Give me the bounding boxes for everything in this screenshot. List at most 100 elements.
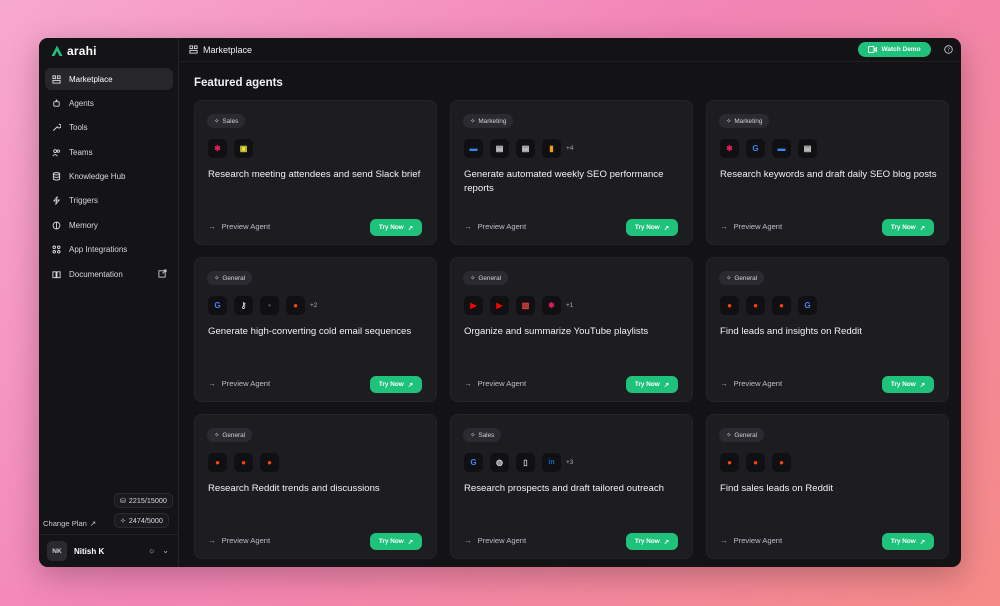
agent-title: Find sales leads on Reddit — [720, 483, 834, 494]
try-now-button[interactable]: Try Now ↗ — [626, 533, 678, 550]
agent-card[interactable]: ✧ General ● ● ● Find sales leads on Reddit → Pr… — [706, 414, 949, 559]
agent-card[interactable]: ✧ General ● ● ● G Find leads and insights on R… — [706, 257, 949, 402]
arrow-right-icon: → — [208, 222, 216, 231]
try-now-button[interactable]: Try Now ↗ — [882, 533, 934, 550]
preview-agent-link[interactable]: → Preview Agent — [464, 536, 526, 545]
preview-agent-link[interactable]: → Preview Agent — [720, 379, 782, 388]
arrow-right-icon: → — [720, 536, 728, 545]
logo[interactable]: arahi — [51, 44, 97, 58]
key-icon: ⚷ — [234, 296, 253, 315]
reddit-icon: ● — [746, 453, 765, 472]
user-name: Nitish K — [74, 546, 105, 556]
agent-title: Research keywords and draft daily SEO bl… — [720, 169, 937, 180]
arrow-right-icon: → — [720, 379, 728, 388]
integration-icons: ● ● ● G — [720, 296, 817, 315]
sparkle-icon: ✧ — [726, 275, 732, 282]
agent-title: Research Reddit trends and discussions — [208, 483, 380, 494]
preview-agent-link[interactable]: → Preview Agent — [208, 222, 270, 231]
category-tag: ✧ General — [463, 271, 509, 285]
sidebar-item-memory[interactable]: Memory — [45, 214, 173, 236]
tools-icon — [52, 123, 61, 132]
sun-icon[interactable]: ☼ — [148, 546, 155, 555]
red-doc-icon: ▧ — [516, 296, 535, 315]
sidebar-item-agents[interactable]: Agents — [45, 92, 173, 114]
reddit-icon: ● — [720, 296, 739, 315]
category-tag: ✧ General — [719, 271, 765, 285]
section-title: Featured agents — [194, 77, 283, 89]
preview-label: Preview Agent — [733, 379, 783, 388]
more-integrations-count: +2 — [310, 302, 318, 309]
preview-agent-link[interactable]: → Preview Agent — [208, 379, 270, 388]
agent-title: Generate automated weekly SEO performanc… — [464, 169, 664, 194]
linkedin-icon: in — [542, 453, 561, 472]
sidebar-item-label: Marketplace — [69, 74, 113, 84]
help-icon[interactable]: ? — [944, 45, 953, 54]
google-icon: G — [798, 296, 817, 315]
more-integrations-count: +4 — [566, 145, 574, 152]
external-link-icon: ↗ — [919, 538, 926, 546]
arrow-right-icon: → — [464, 379, 472, 388]
sidebar-item-documentation[interactable]: Documentation — [45, 263, 173, 285]
preview-agent-link[interactable]: → Preview Agent — [720, 536, 782, 545]
coins-icon: ⛁ — [120, 497, 126, 505]
reddit-icon: ● — [286, 296, 305, 315]
preview-agent-link[interactable]: → Preview Agent — [464, 222, 526, 231]
preview-agent-link[interactable]: → Preview Agent — [208, 536, 270, 545]
category-tag: ✧ Sales — [463, 428, 502, 442]
try-now-label: Try Now — [890, 381, 916, 388]
sparkle-icon: ✧ — [214, 432, 220, 439]
more-integrations-count: +3 — [566, 459, 574, 466]
try-now-button[interactable]: Try Now ↗ — [626, 376, 678, 393]
try-now-label: Try Now — [378, 381, 404, 388]
try-now-label: Try Now — [378, 538, 404, 545]
agent-card[interactable]: ✧ Sales G ◍ ▯ in +3 Research prospects and draf… — [450, 414, 693, 559]
sidebar-item-teams[interactable]: Teams — [45, 141, 173, 163]
arrow-right-icon: → — [464, 536, 472, 545]
sidebar-item-tools[interactable]: Tools — [45, 117, 173, 139]
agent-card[interactable]: ✧ Marketing ▬ ▤ ▤ ▮ +4 Generate automated weekl… — [450, 100, 693, 245]
arrow-right-icon: → — [720, 222, 728, 231]
category-tag: ✧ Sales — [207, 114, 246, 128]
integration-icons: ● ● ● — [208, 453, 279, 472]
external-link-icon: ↗ — [407, 224, 414, 232]
youtube-icon: ▶ — [464, 296, 483, 315]
try-now-button[interactable]: Try Now ↗ — [626, 219, 678, 236]
category-label: General — [222, 274, 246, 282]
sidebar-item-triggers[interactable]: Triggers — [45, 190, 173, 212]
preview-agent-link[interactable]: → Preview Agent — [464, 379, 526, 388]
credits-value: 2215/15000 — [128, 496, 167, 505]
page-title: Marketplace — [203, 44, 253, 55]
preview-label: Preview Agent — [221, 379, 271, 388]
change-plan-link[interactable]: Change Plan ↗ — [43, 519, 96, 528]
external-link-icon: ↗ — [919, 381, 926, 389]
sidebar-item-knowledge-hub[interactable]: Knowledge Hub — [45, 166, 173, 188]
sidebar-item-app-integrations[interactable]: App Integrations — [45, 239, 173, 261]
watch-demo-button[interactable]: Watch Demo — [858, 42, 931, 57]
reddit-icon: ● — [720, 453, 739, 472]
sidebar-item-label: Knowledge Hub — [69, 172, 126, 182]
usage-value: 2474/5000 — [128, 516, 163, 525]
agent-card[interactable]: ✧ Marketing ✱ G ▬ ▤ Research keywords and draf… — [706, 100, 949, 245]
sidebar-item-marketplace[interactable]: Marketplace — [45, 68, 173, 90]
try-now-button[interactable]: Try Now ↗ — [370, 376, 422, 393]
video-icon — [868, 46, 878, 53]
try-now-button[interactable]: Try Now ↗ — [370, 219, 422, 236]
agent-card[interactable]: ✧ General ▶ ▶ ▧ ✱ +1 Organize and summarize You… — [450, 257, 693, 402]
try-now-button[interactable]: Try Now ↗ — [370, 533, 422, 550]
try-now-button[interactable]: Try Now ↗ — [882, 376, 934, 393]
agent-card[interactable]: ✧ General G ⚷ • ● +2 Generate high-converting c… — [194, 257, 437, 402]
logo-mark-icon — [51, 45, 63, 56]
category-label: General — [734, 431, 758, 439]
try-now-button[interactable]: Try Now ↗ — [882, 219, 934, 236]
agent-title: Research prospects and draft tailored ou… — [464, 483, 664, 494]
agent-card[interactable]: ✧ General ● ● ● Research Reddit trends and di… — [194, 414, 437, 559]
chevron-down-icon[interactable]: ⌄ — [162, 546, 169, 555]
more-integrations-count: +1 — [566, 302, 574, 309]
credits-badge: ⛁ 2215/15000 — [114, 493, 173, 508]
integration-icons: G ⚷ • ● +2 — [208, 296, 317, 315]
user-profile[interactable]: NK Nitish K ☼ ⌄ — [39, 534, 179, 567]
agent-card[interactable]: ✧ Sales ✱ ▣ Research meeting attendees and s… — [194, 100, 437, 245]
preview-agent-link[interactable]: → Preview Agent — [720, 222, 782, 231]
svg-text:?: ? — [947, 48, 950, 54]
preview-label: Preview Agent — [477, 222, 527, 231]
